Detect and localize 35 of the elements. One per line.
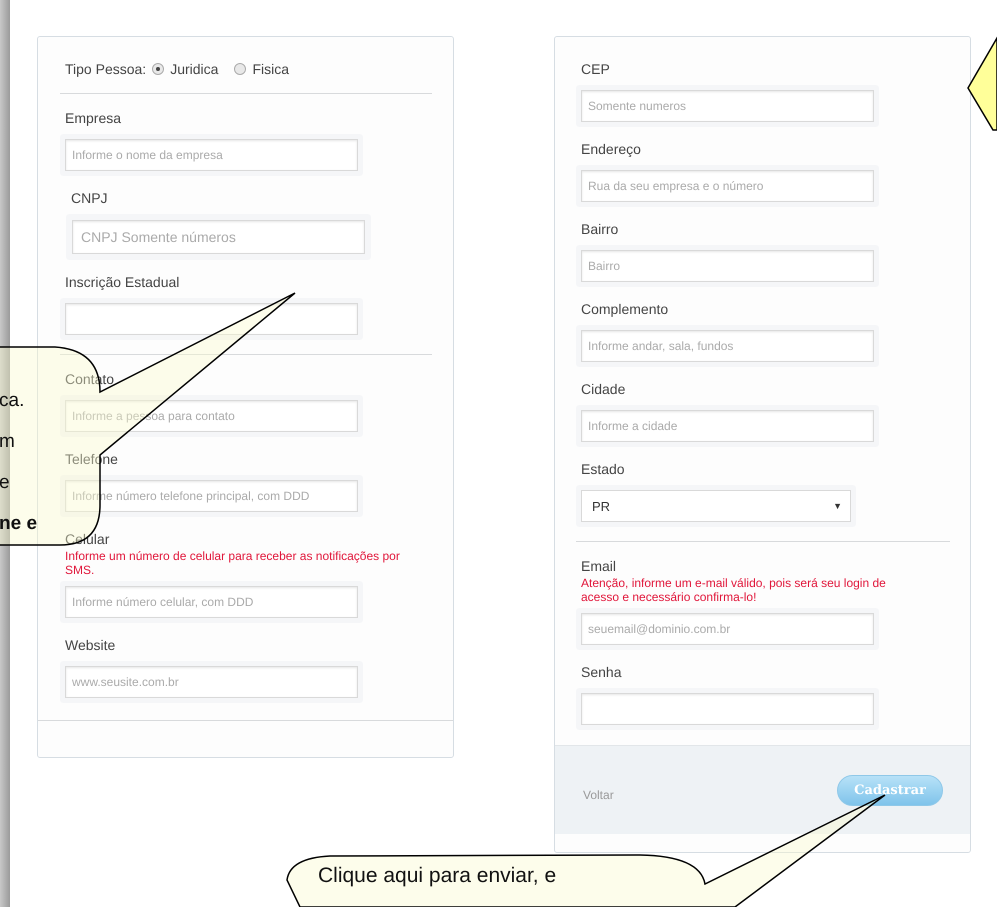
input-field[interactable]: Informe o nome da empresa bbox=[60, 134, 363, 176]
input-field[interactable]: Informe número celular, com DDD bbox=[60, 581, 363, 623]
field-label: Inscrição Estadual bbox=[64, 273, 180, 292]
input-field[interactable]: Informe a cidade bbox=[576, 405, 879, 447]
input-field[interactable]: www.seusite.com.br bbox=[60, 661, 363, 703]
field-label: Website bbox=[64, 636, 116, 655]
field-label: Senha bbox=[580, 663, 622, 682]
callout-text: Clique aqui para enviar, e bbox=[318, 864, 556, 888]
field-label: CNPJ bbox=[70, 189, 109, 208]
callout-text: m bbox=[0, 430, 15, 454]
hint-text: Informe um número de celular para receber as notificações por SMS. bbox=[64, 549, 401, 577]
callout-text: ca. bbox=[0, 389, 24, 413]
input-field[interactable]: seuemail@dominio.com.br bbox=[576, 608, 879, 650]
callout-text: ne e bbox=[0, 512, 38, 536]
field-label: CEP bbox=[580, 60, 611, 79]
input-field[interactable]: Informe andar, sala, fundos bbox=[576, 325, 879, 367]
input-field[interactable]: CNPJ Somente números bbox=[66, 214, 371, 260]
radio-option[interactable]: Fisica bbox=[234, 61, 290, 77]
field-label: Email bbox=[580, 557, 618, 576]
callout-text: e bbox=[0, 471, 10, 495]
radio-option[interactable]: Juridica bbox=[152, 61, 218, 77]
field-label: Complemento bbox=[580, 300, 670, 319]
field-label: Cidade bbox=[580, 380, 626, 399]
hint-text: Atenção, informe um e-mail válido, pois será seu login de acesso e necessário confirma-lo! bbox=[580, 576, 887, 604]
field-label: Bairro bbox=[580, 220, 620, 239]
field-label: Empresa bbox=[64, 109, 122, 128]
input-field[interactable]: Somente numeros bbox=[576, 85, 879, 127]
input-field[interactable]: Bairro bbox=[576, 245, 879, 287]
input-field[interactable] bbox=[576, 688, 879, 730]
input-field[interactable] bbox=[60, 298, 363, 340]
field-label: Endereço bbox=[580, 140, 642, 159]
field-label: Estado bbox=[580, 460, 626, 479]
input-field[interactable]: Rua da seu empresa e o número bbox=[576, 165, 879, 207]
state-dropdown[interactable]: PR ▼ bbox=[581, 490, 851, 522]
field-label: Tipo Pessoa: bbox=[65, 61, 146, 77]
